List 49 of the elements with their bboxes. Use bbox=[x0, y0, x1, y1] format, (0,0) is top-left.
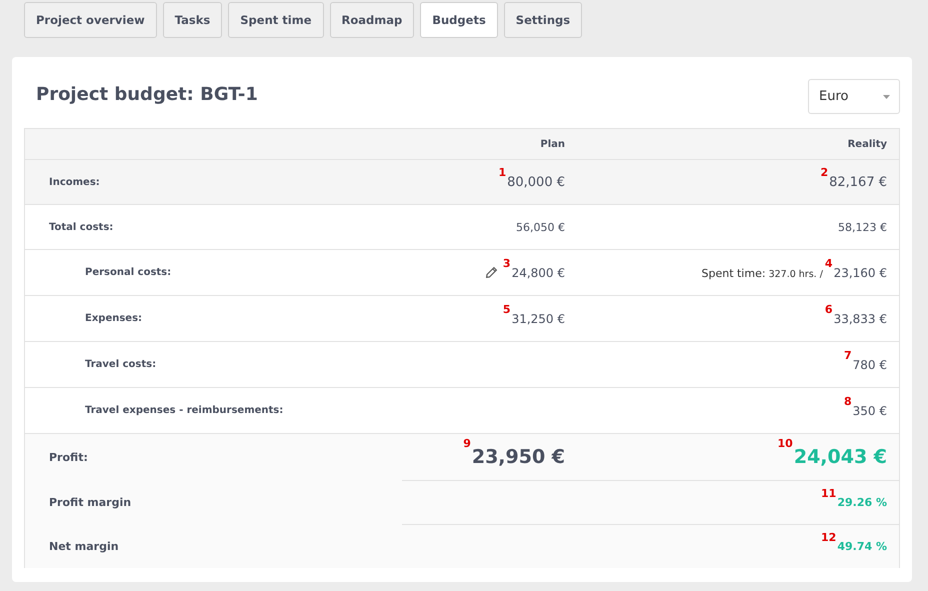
annotation-number: 6 bbox=[824, 302, 833, 316]
column-header: Reality bbox=[848, 138, 888, 150]
amount: 49.74 % bbox=[837, 540, 887, 552]
row-label: Personal costs: bbox=[84, 267, 172, 278]
amount: 58,123 € bbox=[838, 220, 887, 234]
amount: 23,160 € bbox=[834, 266, 887, 280]
annotation-number: 7 bbox=[844, 348, 852, 362]
note-text: Spent time: bbox=[701, 266, 766, 280]
amount: 33,833 € bbox=[834, 312, 887, 326]
annotation-number: 12 bbox=[821, 530, 836, 544]
currency-select[interactable]: Euro bbox=[808, 79, 900, 114]
row-label: Travel expenses - reimbursements: bbox=[84, 405, 284, 416]
annotation-number: 8 bbox=[844, 394, 852, 408]
amount: 23,950 € bbox=[472, 446, 565, 468]
annotation-number: 3 bbox=[502, 256, 511, 270]
row-label: Expenses: bbox=[84, 313, 144, 324]
hours-text: 327.0 hrs. / bbox=[768, 268, 823, 280]
annotation-number: 9 bbox=[463, 437, 471, 450]
amount: 56,050 € bbox=[516, 220, 565, 234]
tab[interactable]: Spent time bbox=[228, 2, 324, 38]
amount: 24,800 € bbox=[512, 266, 565, 280]
tab[interactable]: Settings bbox=[504, 2, 582, 38]
caret-icon bbox=[883, 94, 890, 98]
row-label: Travel costs: bbox=[84, 359, 158, 370]
annotation-number: 1 bbox=[498, 166, 506, 178]
tab[interactable]: Tasks bbox=[162, 2, 222, 38]
row-label: Total costs: bbox=[48, 222, 114, 232]
tab[interactable]: Budgets bbox=[420, 2, 498, 38]
amount: 350 € bbox=[852, 404, 887, 418]
tab[interactable]: Project overview bbox=[24, 2, 157, 38]
row-label: Profit: bbox=[48, 450, 89, 464]
pencil-icon[interactable] bbox=[484, 266, 498, 279]
amount: 780 € bbox=[852, 358, 887, 372]
row-label: Profit margin bbox=[48, 496, 132, 508]
annotation-number: 2 bbox=[820, 166, 828, 178]
amount: 31,250 € bbox=[512, 312, 565, 326]
amount: 29.26 % bbox=[837, 496, 887, 508]
tab[interactable]: Roadmap bbox=[330, 2, 414, 38]
page-title: Project budget: BGT-1 bbox=[36, 84, 258, 105]
annotation-number: 5 bbox=[502, 302, 511, 316]
amount: 80,000 € bbox=[507, 174, 565, 190]
column-header: Plan bbox=[540, 138, 565, 150]
row-label: Net margin bbox=[48, 540, 120, 552]
amount: 82,167 € bbox=[829, 174, 887, 190]
annotation-number: 11 bbox=[821, 486, 836, 500]
row-label: Incomes: bbox=[48, 176, 101, 188]
amount: 24,043 € bbox=[794, 446, 887, 468]
annotation-number: 10 bbox=[778, 437, 793, 450]
annotation-number: 4 bbox=[824, 256, 833, 270]
